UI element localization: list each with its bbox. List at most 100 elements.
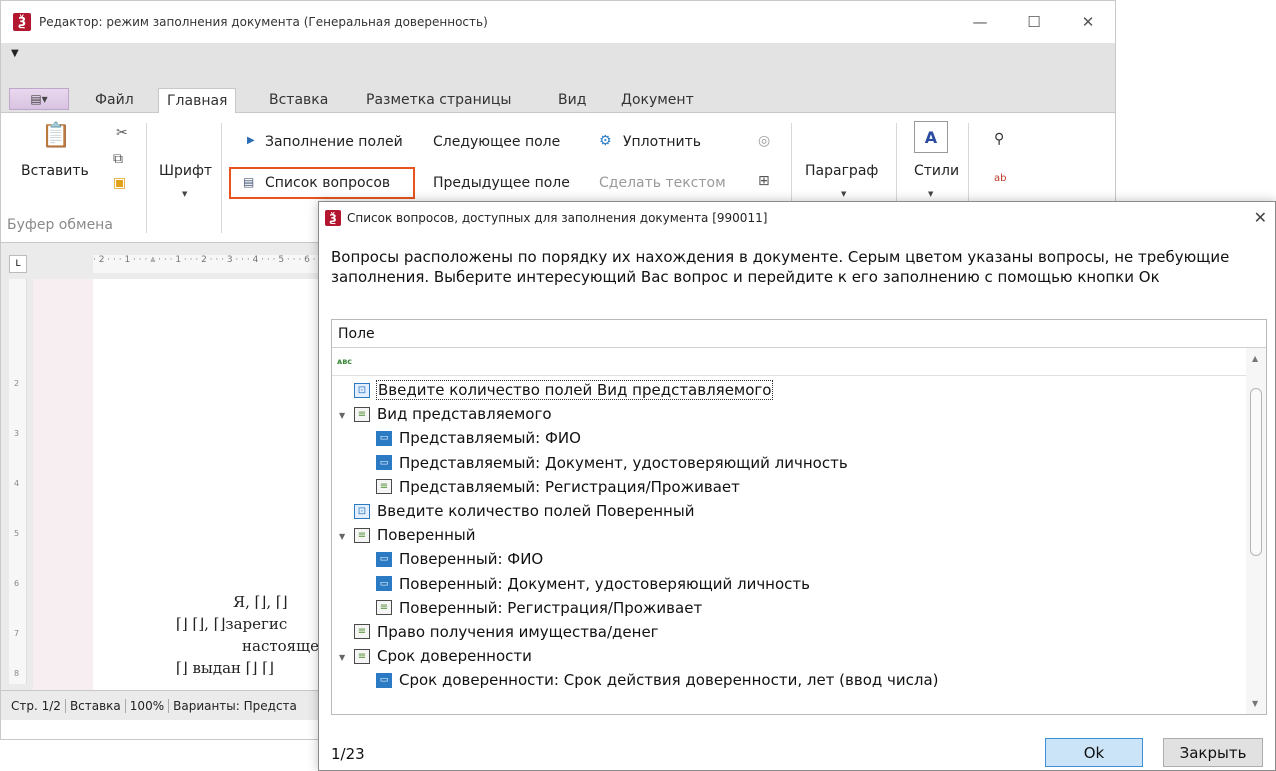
find-icon[interactable]: ⚲ bbox=[994, 131, 1004, 147]
list-item-label: Представляемый: ФИО bbox=[399, 429, 581, 448]
scroll-down-icon[interactable]: ▼ bbox=[1252, 699, 1258, 708]
list-item-label: Представляемый: Регистрация/Проживает bbox=[399, 477, 740, 496]
list-item-label: Поверенный: ФИО bbox=[399, 550, 544, 569]
status-zoom[interactable]: 100% bbox=[126, 698, 170, 713]
app-logo-icon: Ѯ bbox=[13, 13, 31, 31]
question-counter: 1/23 bbox=[331, 745, 365, 763]
close-dialog-button[interactable]: Закрыть bbox=[1163, 738, 1263, 767]
qat-dropdown-icon[interactable]: ▼ bbox=[11, 48, 19, 59]
fill-fields-button[interactable]: Заполнение полей bbox=[265, 134, 403, 150]
paragraph-button[interactable]: Параграф bbox=[805, 163, 878, 179]
group-divider bbox=[146, 123, 147, 233]
fields-count-icon: ⊡ bbox=[354, 503, 370, 519]
list-item-label: Срок доверенности: Срок действия доверен… bbox=[399, 671, 939, 690]
styles-icon[interactable]: A bbox=[914, 121, 948, 153]
group-icon: ≡ bbox=[354, 527, 370, 543]
clipboard-caption: Буфер обмена bbox=[7, 217, 113, 233]
play-icon: ▶ bbox=[247, 135, 255, 146]
dialog-description: Вопросы расположены по порядку их нахожд… bbox=[331, 248, 1230, 286]
prev-field-button[interactable]: Предыдущее поле bbox=[433, 175, 570, 191]
questions-list: ⊡ Введите количество полей Вид представля… bbox=[332, 378, 1247, 692]
app-logo-icon: Ѯ bbox=[325, 210, 341, 226]
status-variants: Варианты: Предста bbox=[173, 698, 297, 713]
vertical-ruler[interactable]: 2 3 4 5 6 7 8 bbox=[9, 279, 27, 684]
app-menu-button[interactable]: ▤▾ bbox=[9, 88, 69, 110]
window-controls: — ☐ ✕ bbox=[953, 1, 1115, 43]
make-text-button[interactable]: Сделать текстом bbox=[599, 175, 726, 191]
window-title: Редактор: режим заполнения документа (Ге… bbox=[39, 15, 488, 29]
questions-list-highlight bbox=[229, 167, 415, 199]
compact-icon: ⚙ bbox=[599, 133, 612, 149]
dialog-close-icon[interactable]: ✕ bbox=[1254, 208, 1267, 227]
tab-view[interactable]: Вид bbox=[550, 88, 594, 113]
titlebar: Ѯ Редактор: режим заполнения документа (… bbox=[1, 1, 1115, 43]
styles-dropdown-icon: ▼ bbox=[928, 190, 934, 198]
list-item-label: Поверенный: Регистрация/Проживает bbox=[399, 598, 703, 617]
expand-icon[interactable]: ▼ bbox=[339, 653, 345, 662]
list-item-label: Введите количество полей Поверенный bbox=[377, 502, 695, 521]
paste-icon[interactable]: 📋 bbox=[41, 121, 71, 149]
document-text-line[interactable]: настояще bbox=[242, 637, 319, 655]
list-item[interactable]: ▼ ≡ Поверенный bbox=[332, 523, 1247, 547]
status-page: Стр. 1/2 bbox=[7, 698, 66, 713]
document-text-line[interactable]: Я, ⌈⌋, ⌈⌋ bbox=[233, 593, 288, 611]
list-item-label: Срок доверенности bbox=[377, 647, 532, 666]
list-item[interactable]: ▭ Представляемый: ФИО bbox=[332, 426, 1247, 450]
list-item[interactable]: ⊡ Введите количество полей Вид представля… bbox=[332, 378, 1247, 402]
compact-button[interactable]: Уплотнить bbox=[623, 134, 701, 150]
list-item[interactable]: ▭ Поверенный: ФИО bbox=[332, 547, 1247, 571]
list-item[interactable]: ▼ ≡ Срок доверенности bbox=[332, 644, 1247, 668]
list-item[interactable]: ≡ Представляемый: Регистрация/Проживает bbox=[332, 475, 1247, 499]
expand-icon[interactable]: ▼ bbox=[339, 532, 345, 541]
replace-icon[interactable]: ab bbox=[994, 173, 1006, 184]
filter-row[interactable]: ᴀʙᴄ bbox=[332, 348, 1266, 376]
column-header-field[interactable]: Поле bbox=[332, 320, 1266, 348]
font-button[interactable]: Шрифт bbox=[159, 163, 212, 179]
paste-button[interactable]: Вставить bbox=[21, 163, 89, 179]
input-field-icon: ▭ bbox=[376, 455, 392, 471]
list-item[interactable]: ⊡ Введите количество полей Поверенный bbox=[332, 499, 1247, 523]
list-item[interactable]: ≡ Право получения имущества/денег bbox=[332, 620, 1247, 644]
paragraph-dropdown-icon: ▼ bbox=[841, 190, 847, 198]
questions-dialog: Ѯ Список вопросов, доступных для заполне… bbox=[318, 201, 1276, 771]
group-icon: ≡ bbox=[354, 648, 370, 664]
expand-icon[interactable]: ▼ bbox=[339, 411, 345, 420]
scroll-up-icon[interactable]: ▲ bbox=[1252, 354, 1258, 363]
maximize-button[interactable]: ☐ bbox=[1007, 1, 1061, 43]
vertical-scrollbar[interactable]: ▲ ▼ bbox=[1246, 348, 1266, 714]
list-item[interactable]: ≡ Поверенный: Регистрация/Проживает bbox=[332, 596, 1247, 620]
fields-count-icon: ⊡ bbox=[354, 382, 370, 398]
next-field-button[interactable]: Следующее поле bbox=[433, 134, 560, 150]
page-margin bbox=[33, 279, 93, 690]
list-item[interactable]: ▼ ≡ Вид представляемого bbox=[332, 402, 1247, 426]
group-icon: ≡ bbox=[354, 406, 370, 422]
dialog-titlebar: Ѯ Список вопросов, доступных для заполне… bbox=[319, 202, 1275, 234]
scroll-thumb[interactable] bbox=[1250, 388, 1262, 556]
fingerprint-icon[interactable]: ◎ bbox=[758, 133, 770, 149]
minimize-button[interactable]: — bbox=[953, 1, 1007, 43]
cut-icon[interactable]: ✂ bbox=[116, 125, 128, 141]
input-field-icon: ▭ bbox=[376, 576, 392, 592]
copy-icon[interactable]: ⧉ bbox=[113, 151, 123, 167]
tab-stop-selector[interactable]: L bbox=[9, 255, 27, 273]
document-text-line[interactable]: ⌈⌋ выдан ⌈⌋ ⌈⌋ bbox=[176, 659, 274, 677]
list-item[interactable]: ▭ Срок доверенности: Срок действия довере… bbox=[332, 668, 1247, 692]
close-button[interactable]: ✕ bbox=[1061, 1, 1115, 43]
styles-button[interactable]: Стили bbox=[914, 163, 959, 179]
tab-page-layout[interactable]: Разметка страницы bbox=[358, 88, 519, 113]
questions-grid: Поле ᴀʙᴄ ⊡ Введите количество полей Вид п… bbox=[331, 319, 1267, 715]
status-mode[interactable]: Вставка bbox=[66, 698, 126, 713]
list-item[interactable]: ▭ Поверенный: Документ, удостоверяющий ли… bbox=[332, 572, 1247, 596]
document-text-line[interactable]: ⌈⌋ ⌈⌋, ⌈⌋зарегис bbox=[176, 615, 287, 633]
tab-document[interactable]: Документ bbox=[613, 88, 702, 113]
tab-file[interactable]: Файл bbox=[87, 88, 142, 113]
input-field-icon: ▭ bbox=[376, 672, 392, 688]
list-item-label: Представляемый: Документ, удостоверяющий… bbox=[399, 453, 848, 472]
list-item[interactable]: ▭ Представляемый: Документ, удостоверяющи… bbox=[332, 451, 1247, 475]
text-frame-icon[interactable]: ⊞ bbox=[758, 173, 770, 189]
ok-button[interactable]: Ok bbox=[1045, 738, 1143, 767]
tab-insert[interactable]: Вставка bbox=[261, 88, 336, 113]
tab-home[interactable]: Главная bbox=[158, 88, 237, 114]
format-painter-icon[interactable]: ▣ bbox=[113, 175, 126, 191]
group-icon: ≡ bbox=[376, 600, 392, 616]
